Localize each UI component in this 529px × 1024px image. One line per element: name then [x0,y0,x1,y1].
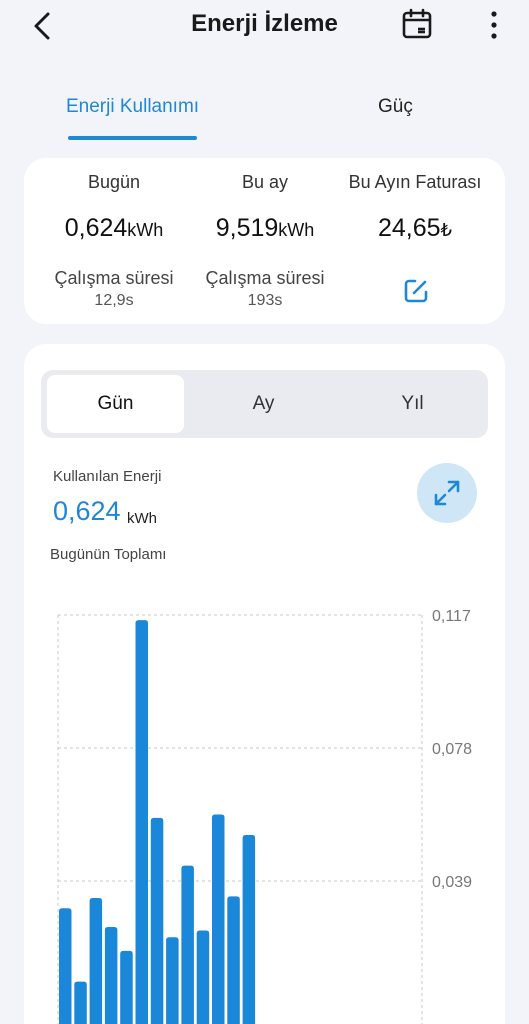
tab-bar: Enerji Kullanımı Güç [0,88,529,144]
tab-power[interactable]: Güç [378,96,413,118]
y-tick-label: 0,117 [432,608,471,625]
bill-value-unit: ₺ [440,220,452,240]
chart-bar [89,898,103,1024]
chart-bar [150,817,164,1024]
energy-bar-chart: 0,117 0,078 0,039 [57,608,472,1024]
month-value-number: 9,519 [215,214,279,242]
month-label: Bu ay [241,172,289,192]
y-tick-label: 0,039 [432,874,472,891]
bill-label: Bu Ayın Faturası [348,172,482,192]
month-runtime-label: Çalışma süresi [205,268,325,288]
chart-bar [59,908,72,1024]
chart-bar [196,930,210,1024]
month-value: 9,519kWh [185,214,345,243]
more-vertical-icon[interactable] [482,8,506,42]
chart-bar [181,865,194,1024]
chart-bar [212,814,225,1024]
chart-bar [120,950,133,1024]
chart-bar [227,896,240,1024]
app-header: Enerji İzleme [0,0,529,56]
today-runtime-label: Çalışma süresi [54,268,174,288]
chart-bar [104,927,118,1024]
chart-bar [74,981,87,1024]
active-tab-indicator [68,136,197,140]
today-value-number: 0,624 [64,214,128,242]
today-value-unit: kWh [127,220,164,240]
calendar-icon[interactable] [400,7,434,41]
today-value: 0,624kWh [34,214,194,243]
tab-energy-usage[interactable]: Enerji Kullanımı [66,96,199,118]
today-runtime-value: 12,9s [94,292,134,309]
month-runtime-value: 193s [247,292,283,309]
chart-card: Gün Ay Yıl Kullanılan Enerji 0,624 kWh B… [24,344,505,1024]
y-tick-label: 0,078 [432,741,472,758]
page-title: Enerji İzleme [191,10,338,37]
chart-bar [135,620,148,1024]
chart-bar [166,937,179,1024]
month-value-unit: kWh [278,220,315,240]
bill-value: 24,65₺ [335,214,495,243]
edit-icon[interactable] [401,276,431,306]
today-label: Bugün [87,172,141,192]
chart-bar [242,834,256,1024]
summary-card: Bugün 0,624kWh Çalışma süresi 12,9s Bu a… [24,158,505,324]
bill-value-number: 24,65 [377,214,441,242]
